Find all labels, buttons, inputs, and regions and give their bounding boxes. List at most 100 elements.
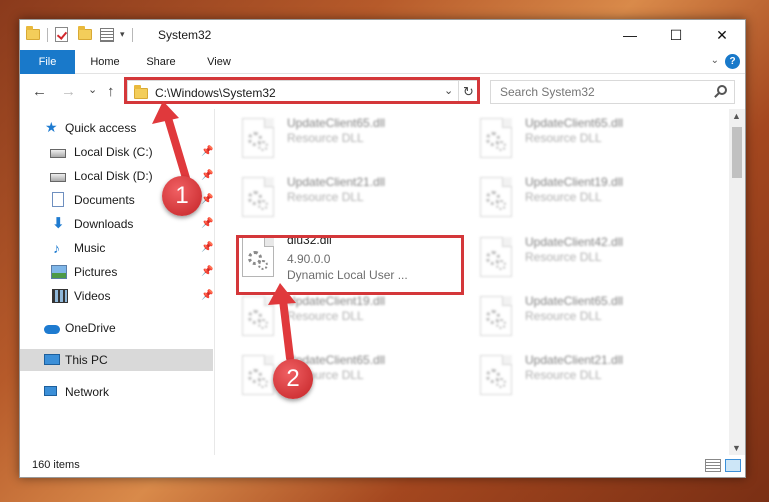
- pin-icon: 📌: [201, 146, 214, 157]
- file-highlight: [236, 235, 464, 295]
- sidebar-item-quick-access[interactable]: ★ Quick access: [20, 117, 213, 139]
- sidebar-item-label: Music: [74, 241, 106, 255]
- file-name: UpdateClient19.dll: [287, 294, 386, 308]
- details-view-icon[interactable]: [705, 459, 721, 472]
- sidebar-item-label: Pictures: [74, 265, 118, 279]
- recent-locations-button[interactable]: ⌄: [88, 83, 97, 96]
- sidebar-item-videos[interactable]: Videos 📌: [20, 285, 213, 307]
- dll-file-icon: [242, 355, 274, 395]
- pin-icon: 📌: [201, 194, 214, 205]
- documents-icon: [52, 192, 64, 207]
- tab-home[interactable]: Home: [82, 50, 128, 74]
- videos-icon: [52, 289, 68, 303]
- sidebar-item-label: Downloads: [74, 217, 134, 231]
- scroll-thumb[interactable]: [732, 127, 742, 178]
- music-icon: ♪: [53, 240, 60, 256]
- status-bar: 160 items: [20, 455, 745, 477]
- ribbon-tabs: File Home Share View ⌄ ?: [20, 50, 745, 74]
- sidebar-item-label: Local Disk (D:): [74, 169, 153, 183]
- quick-access-toolbar: ▾: [26, 26, 136, 42]
- tab-file[interactable]: File: [20, 50, 75, 74]
- sidebar-item-label: This PC: [65, 353, 108, 367]
- address-bar-highlight: [124, 77, 480, 104]
- onedrive-icon: [44, 325, 60, 334]
- pin-icon: 📌: [201, 242, 214, 253]
- sidebar-item-pictures[interactable]: Pictures 📌: [20, 261, 213, 283]
- sidebar-item-onedrive[interactable]: OneDrive: [20, 317, 213, 339]
- tab-share[interactable]: Share: [138, 50, 184, 74]
- dll-file-icon: [242, 177, 274, 217]
- folder-icon[interactable]: [26, 26, 40, 40]
- window-title: System32: [158, 28, 212, 42]
- dll-file-icon: [242, 296, 274, 336]
- minimize-button[interactable]: —: [607, 20, 653, 50]
- sidebar-item-label: Quick access: [65, 121, 137, 135]
- search-input[interactable]: [491, 81, 711, 103]
- file-description: Resource DLL: [287, 309, 364, 323]
- file-name: UpdateClient65.dll: [525, 116, 624, 130]
- tiles-view-icon[interactable]: [725, 459, 741, 472]
- properties-icon[interactable]: [100, 27, 114, 42]
- search-box[interactable]: [490, 80, 735, 104]
- close-button[interactable]: ✕: [699, 20, 745, 50]
- properties-check-icon[interactable]: [55, 27, 68, 42]
- tab-view[interactable]: View: [196, 50, 242, 74]
- sidebar-item-music[interactable]: ♪ Music 📌: [20, 237, 213, 259]
- file-item[interactable]: UpdateClient19.dll Resource DLL: [454, 173, 679, 223]
- pin-icon: 📌: [201, 218, 214, 229]
- divider: [131, 27, 133, 42]
- sidebar-item-label: Documents: [74, 193, 135, 207]
- expand-ribbon-chevron-icon[interactable]: ⌄: [711, 55, 719, 66]
- pictures-icon: [51, 265, 67, 279]
- scroll-up-icon[interactable]: ▲: [732, 111, 741, 121]
- search-icon[interactable]: [717, 85, 727, 95]
- file-item[interactable]: UpdateClient19.dll Resource DLL: [216, 292, 441, 342]
- file-name: UpdateClient21.dll: [525, 353, 624, 367]
- help-button[interactable]: ?: [725, 54, 740, 69]
- pin-icon: 📌: [201, 290, 214, 301]
- sidebar-item-network[interactable]: Network: [20, 381, 213, 403]
- title-bar: ▾ System32 — ☐ ✕: [20, 20, 745, 50]
- up-button[interactable]: ↑: [107, 83, 115, 100]
- scroll-down-icon[interactable]: ▼: [732, 443, 741, 453]
- dll-file-icon: [480, 355, 512, 395]
- sidebar-item-label: Network: [65, 385, 110, 399]
- forward-button[interactable]: →: [61, 83, 76, 100]
- file-name: UpdateClient65.dll: [525, 294, 624, 308]
- file-name: UpdateClient65.dll: [287, 116, 386, 130]
- file-description: Resource DLL: [287, 190, 364, 204]
- sidebar-item-this-pc[interactable]: This PC: [20, 349, 213, 371]
- file-item[interactable]: UpdateClient65.dll Resource DLL: [454, 114, 679, 164]
- item-count: 160 items: [32, 459, 80, 471]
- dll-file-icon: [480, 237, 512, 277]
- file-item[interactable]: UpdateClient21.dll Resource DLL: [454, 351, 679, 401]
- navigation-pane: ★ Quick access Local Disk (C:) 📌 Local D…: [20, 109, 215, 455]
- this-pc-icon: [44, 354, 60, 365]
- file-description: Resource DLL: [525, 250, 602, 264]
- file-item[interactable]: UpdateClient65.dll Resource DLL: [454, 292, 679, 342]
- file-description: Resource DLL: [525, 131, 602, 145]
- divider: [47, 27, 48, 42]
- file-name: UpdateClient42.dll: [525, 235, 624, 249]
- new-folder-icon[interactable]: [78, 26, 92, 40]
- back-button[interactable]: ←: [32, 83, 47, 100]
- file-item[interactable]: UpdateClient42.dll Resource DLL: [454, 233, 679, 283]
- disk-icon: [50, 149, 66, 158]
- vertical-scrollbar[interactable]: ▲ ▼: [729, 109, 745, 455]
- customize-toolbar-chevron-icon[interactable]: ▾: [120, 29, 125, 40]
- step-2-badge: 2: [273, 359, 313, 399]
- dll-file-icon: [480, 177, 512, 217]
- downloads-icon: ⬇: [52, 215, 65, 232]
- sidebar-item-local-disk-c[interactable]: Local Disk (C:) 📌: [20, 141, 213, 163]
- file-item[interactable]: UpdateClient21.dll Resource DLL: [216, 173, 441, 223]
- file-description: Resource DLL: [525, 190, 602, 204]
- step-1-badge: 1: [162, 176, 202, 216]
- sidebar-item-downloads[interactable]: ⬇ Downloads 📌: [20, 213, 213, 235]
- dll-file-icon: [242, 118, 274, 158]
- file-item[interactable]: UpdateClient65.dll Resource DLL: [216, 351, 441, 401]
- maximize-button[interactable]: ☐: [653, 20, 699, 50]
- file-description: Resource DLL: [287, 131, 364, 145]
- network-icon: [44, 386, 57, 396]
- dll-file-icon: [480, 296, 512, 336]
- file-item[interactable]: UpdateClient65.dll Resource DLL: [216, 114, 441, 164]
